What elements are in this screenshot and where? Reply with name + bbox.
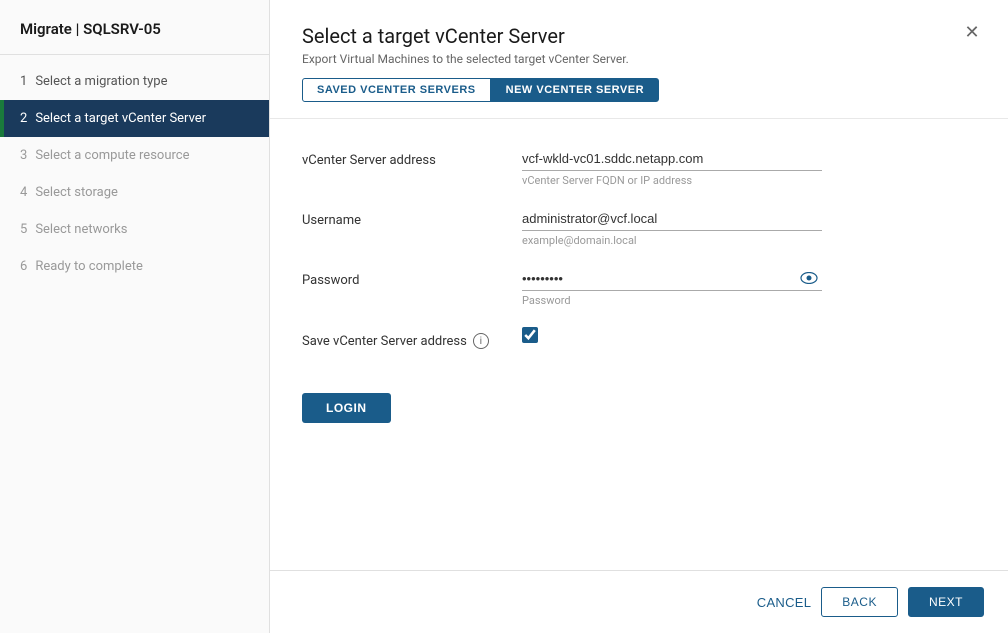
step-number-4: 4: [20, 185, 27, 200]
vcenter-address-hint: vCenter Server FQDN or IP address: [522, 174, 822, 187]
save-address-field: [522, 327, 822, 343]
vcenter-address-field: vCenter Server FQDN or IP address: [522, 147, 822, 187]
login-button[interactable]: LOGIN: [302, 393, 391, 423]
password-row: Password Password: [302, 267, 976, 307]
sidebar-header: Migrate | SQLSRV-05: [0, 0, 269, 55]
password-input[interactable]: [522, 267, 822, 291]
cancel-button[interactable]: CANCEL: [757, 595, 812, 610]
sidebar-title: Migrate | SQLSRV-05: [20, 20, 249, 38]
step-label-3: Select a compute resource: [35, 148, 189, 163]
tab-saved[interactable]: SAVED VCENTER SERVERS: [302, 78, 491, 102]
content-body: vCenter Server address vCenter Server FQ…: [270, 119, 1008, 570]
steps-list: 1 Select a migration type2 Select a targ…: [0, 55, 269, 293]
save-address-checkbox[interactable]: [522, 327, 538, 343]
step-number-6: 6: [20, 259, 27, 274]
step-label-5: Select networks: [35, 222, 127, 237]
step-5: 5 Select networks: [0, 211, 269, 248]
password-label: Password: [302, 267, 522, 288]
save-address-label: Save vCenter Server address i: [302, 327, 522, 349]
save-address-checkbox-row: [522, 327, 822, 343]
step-2[interactable]: 2 Select a target vCenter Server: [0, 100, 269, 137]
page-subtitle: Export Virtual Machines to the selected …: [302, 52, 976, 66]
vcenter-address-row: vCenter Server address vCenter Server FQ…: [302, 147, 976, 187]
step-number-1: 1: [20, 74, 27, 89]
password-wrapper: [522, 267, 822, 291]
toggle-password-icon[interactable]: [800, 270, 818, 288]
username-label: Username: [302, 207, 522, 228]
step-1[interactable]: 1 Select a migration type: [0, 63, 269, 100]
username-field: example@domain.local: [522, 207, 822, 247]
info-icon[interactable]: i: [473, 333, 489, 349]
dialog: Migrate | SQLSRV-05 1 Select a migration…: [0, 0, 1008, 633]
page-title: Select a target vCenter Server: [302, 24, 976, 48]
tab-bar: SAVED VCENTER SERVERSNEW VCENTER SERVER: [302, 78, 976, 102]
username-input[interactable]: [522, 207, 822, 231]
username-row: Username example@domain.local: [302, 207, 976, 247]
main-content: Select a target vCenter Server Export Vi…: [270, 0, 1008, 633]
close-button[interactable]: ✕: [960, 20, 984, 44]
password-field: Password: [522, 267, 822, 307]
footer: CANCEL BACK NEXT: [270, 570, 1008, 633]
save-address-row: Save vCenter Server address i: [302, 327, 976, 349]
step-number-5: 5: [20, 222, 27, 237]
vcenter-address-label: vCenter Server address: [302, 147, 522, 168]
step-6: 6 Ready to complete: [0, 248, 269, 285]
password-hint: Password: [522, 294, 822, 307]
tab-new[interactable]: NEW VCENTER SERVER: [491, 78, 659, 102]
content-header: Select a target vCenter Server Export Vi…: [270, 0, 1008, 119]
step-number-2: 2: [20, 111, 27, 126]
vcenter-address-input[interactable]: [522, 147, 822, 171]
step-label-2: Select a target vCenter Server: [35, 111, 206, 126]
next-button[interactable]: NEXT: [908, 587, 984, 617]
back-button[interactable]: BACK: [821, 587, 898, 617]
step-label-6: Ready to complete: [35, 259, 143, 274]
step-label-4: Select storage: [35, 185, 118, 200]
step-number-3: 3: [20, 148, 27, 163]
sidebar: Migrate | SQLSRV-05 1 Select a migration…: [0, 0, 270, 633]
step-3: 3 Select a compute resource: [0, 137, 269, 174]
step-label-1: Select a migration type: [35, 74, 167, 89]
step-4: 4 Select storage: [0, 174, 269, 211]
username-hint: example@domain.local: [522, 234, 822, 247]
